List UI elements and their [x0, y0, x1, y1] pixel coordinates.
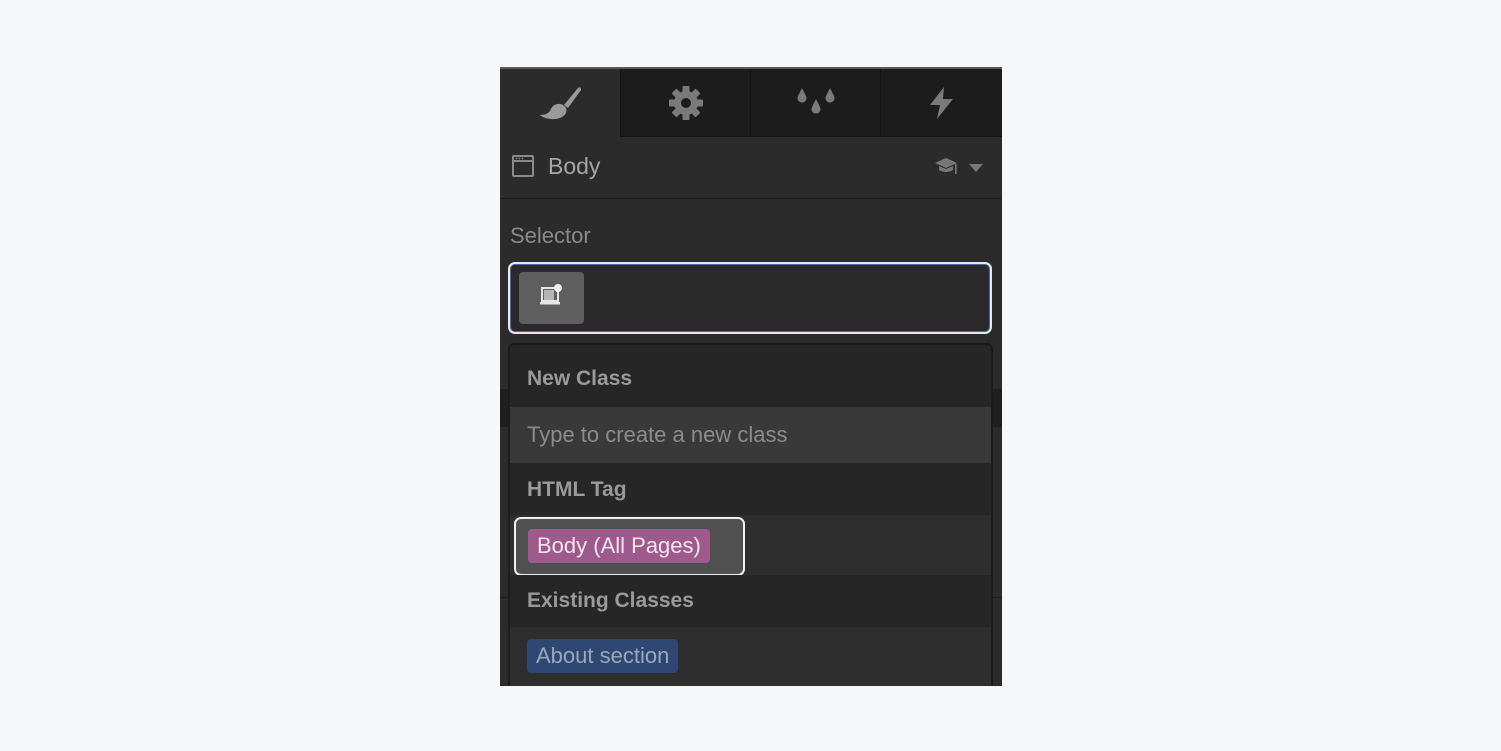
style-panel: Body Selector New Class Type to create a…: [500, 67, 1002, 686]
global-body-token[interactable]: [519, 272, 584, 324]
selected-element-row: Body: [500, 137, 1002, 199]
paintbrush-icon: [537, 85, 583, 121]
selector-label: Selector: [510, 223, 591, 248]
selector-dropdown: New Class HTML Tag Body (All Pages) Exis…: [508, 343, 993, 686]
panel-tabs: [500, 69, 1002, 137]
class-chip: About section: [527, 639, 679, 673]
tag-chip-body: Body (All Pages): [528, 529, 710, 563]
selector-input[interactable]: [508, 262, 992, 334]
droplets-icon: [795, 86, 837, 120]
tab-style-manager[interactable]: [750, 69, 880, 137]
caret-down-icon[interactable]: [968, 160, 984, 178]
graduation-cap-icon[interactable]: [934, 157, 958, 180]
html-tag-heading: HTML Tag: [510, 463, 991, 515]
lightning-icon: [927, 86, 957, 120]
element-name: Body: [548, 153, 601, 179]
new-class-heading: New Class: [510, 353, 991, 407]
browser-window-icon: [512, 155, 534, 182]
tab-settings[interactable]: [620, 69, 750, 137]
global-body-icon: [537, 283, 567, 314]
tab-style[interactable]: [500, 69, 620, 137]
gear-icon: [668, 85, 704, 121]
new-class-input[interactable]: [510, 407, 991, 463]
existing-classes-heading: Existing Classes: [510, 575, 991, 627]
html-tag-item[interactable]: Body (All Pages): [514, 517, 745, 576]
tab-interactions[interactable]: [880, 69, 1002, 137]
existing-class-item[interactable]: About section: [510, 627, 991, 686]
